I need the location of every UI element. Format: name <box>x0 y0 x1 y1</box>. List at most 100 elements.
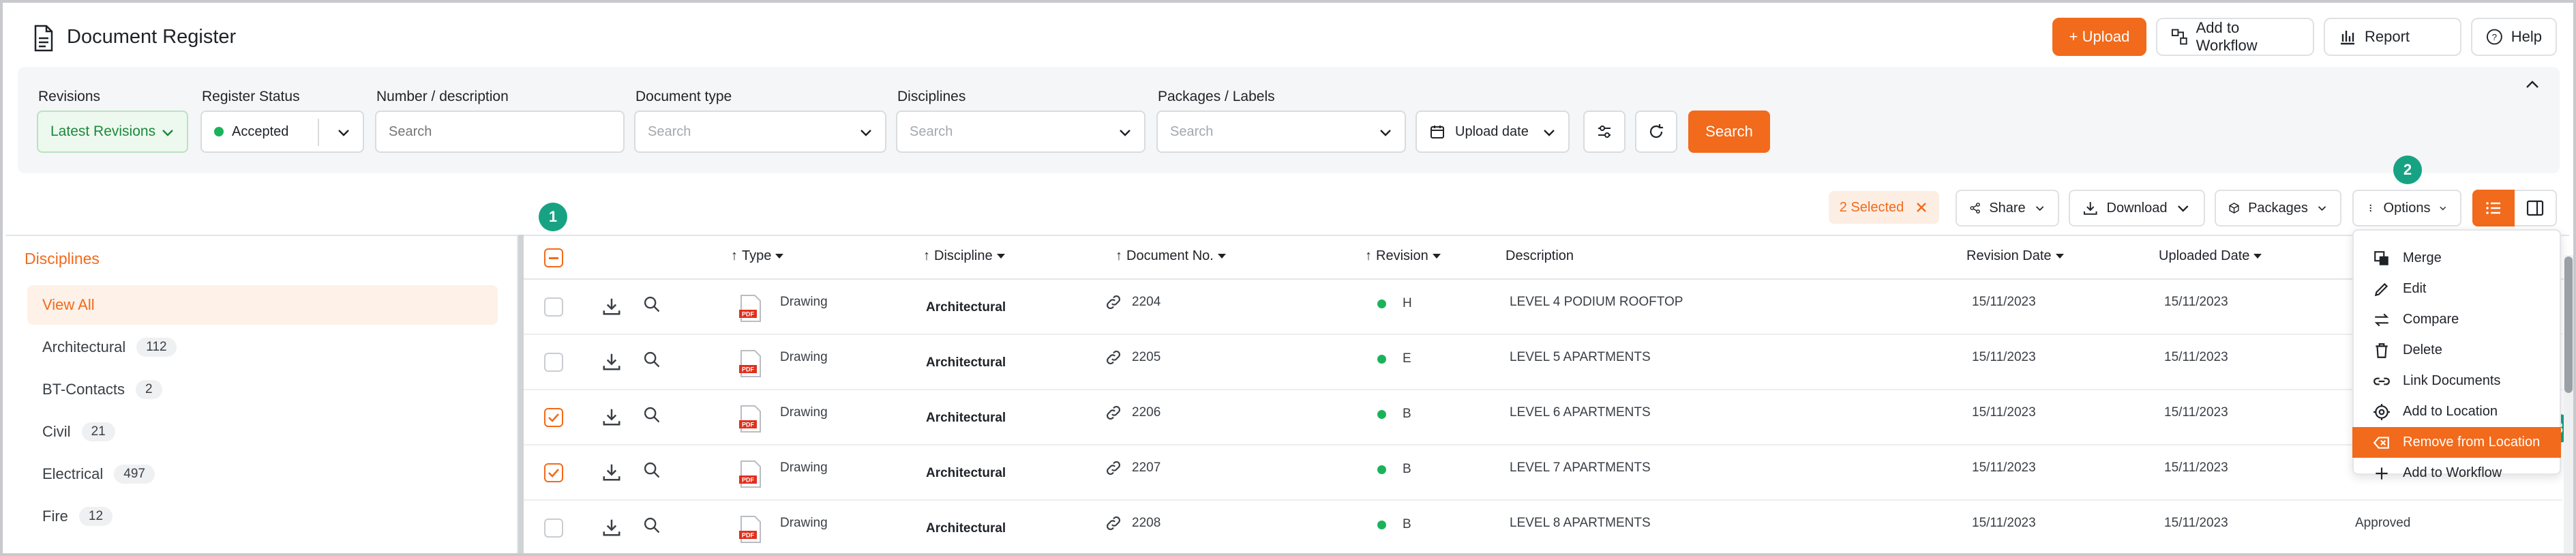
number-description-input[interactable] <box>375 111 625 153</box>
list-icon <box>2486 202 2500 214</box>
sidebar-item-fire[interactable]: Fire 12 <box>27 497 498 536</box>
document-type-select[interactable]: Search <box>634 111 886 153</box>
menu-item-add-to-location[interactable]: Add to Location <box>2352 396 2561 427</box>
sidebar-item-count: 21 <box>81 422 115 441</box>
row-document-no[interactable]: 2204 <box>1132 295 1160 310</box>
sidebar-resize-handle[interactable] <box>518 235 524 553</box>
menu-item-merge[interactable]: Merge <box>2352 243 2561 274</box>
search-icon[interactable] <box>642 405 661 424</box>
report-button[interactable]: Report <box>2324 18 2461 56</box>
split-view-button[interactable] <box>2515 190 2557 226</box>
status-dot <box>1377 520 1386 529</box>
col-revision[interactable]: ↑ Revision <box>1365 248 1441 264</box>
location-icon <box>2373 403 2390 420</box>
search-button[interactable]: Search <box>1688 111 1770 153</box>
sidebar-item-electrical[interactable]: Electrical 497 <box>27 454 498 494</box>
row-document-no[interactable]: 2206 <box>1132 405 1160 420</box>
row-document-no[interactable]: 2208 <box>1132 516 1160 531</box>
link-icon[interactable] <box>1105 349 1122 366</box>
caret-down-icon <box>1432 254 1441 259</box>
download-icon[interactable] <box>601 296 622 317</box>
col-discipline[interactable]: ↑ Discipline <box>923 248 1005 264</box>
menu-item-label: Remove from Location <box>2403 435 2541 450</box>
search-icon[interactable] <box>642 516 661 535</box>
step-badge-2: 2 <box>2393 156 2422 184</box>
col-uploaded-date[interactable]: Uploaded Date <box>2159 248 2262 264</box>
sidebar-item-civil[interactable]: Civil 21 <box>27 412 498 452</box>
menu-item-edit[interactable]: Edit <box>2352 274 2561 304</box>
app-window: Document Register + Upload Add to Workfl… <box>0 0 2576 556</box>
sidebar-item-architectural[interactable]: Architectural 112 <box>27 327 498 367</box>
pdf-file-icon: PDF <box>739 405 761 433</box>
search-icon[interactable] <box>642 350 661 369</box>
menu-item-link-documents[interactable]: Link Documents <box>2352 366 2561 396</box>
upload-date-label: Upload date <box>1455 123 1529 139</box>
share-button[interactable]: Share <box>1956 190 2059 226</box>
link-icon[interactable] <box>1105 514 1122 532</box>
close-icon[interactable] <box>1915 201 1928 214</box>
sort-up-icon: ↑ <box>731 248 738 263</box>
col-discipline-label: Discipline <box>934 248 993 263</box>
svg-text:PDF: PDF <box>742 366 755 373</box>
revisions-label: Revisions <box>38 89 101 104</box>
download-icon[interactable] <box>601 462 622 482</box>
row-checkbox[interactable] <box>544 353 563 372</box>
menu-item-compare[interactable]: Compare <box>2352 304 2561 335</box>
row-checkbox[interactable] <box>544 408 563 427</box>
menu-item-remove-from-location[interactable]: Remove from Location <box>2352 427 2561 458</box>
caret-down-icon <box>2055 254 2064 259</box>
row-document-no[interactable]: 2205 <box>1132 350 1160 365</box>
register-status-select[interactable]: Accepted <box>200 111 364 153</box>
packages-labels-label: Packages / Labels <box>1158 89 1275 104</box>
upload-button[interactable]: + Upload <box>2052 18 2146 56</box>
menu-item-add-to-workflow[interactable]: Add to Workflow <box>2352 458 2561 488</box>
row-checkbox[interactable] <box>544 463 563 482</box>
selected-count-chip[interactable]: 2 Selected <box>1829 191 1939 224</box>
col-description: Description <box>1506 248 1574 264</box>
sidebar-item-bt-contacts[interactable]: BT-Contacts 2 <box>27 370 498 409</box>
col-type[interactable]: ↑ Type <box>731 248 784 264</box>
select-all-checkbox[interactable] <box>544 248 563 267</box>
calendar-icon <box>1431 126 1444 138</box>
link-icon[interactable] <box>1105 459 1122 477</box>
row-discipline: Architectural <box>926 411 1006 425</box>
link-icon[interactable] <box>1105 293 1122 311</box>
chevron-up-icon[interactable] <box>2523 75 2542 94</box>
packages-labels-select[interactable]: Search <box>1156 111 1406 153</box>
download-icon[interactable] <box>601 517 622 538</box>
row-checkbox[interactable] <box>544 518 563 538</box>
menu-item-delete[interactable]: Delete <box>2352 335 2561 366</box>
help-button[interactable]: ? Help <box>2471 18 2557 56</box>
menu-item-label: Link Documents <box>2403 373 2501 388</box>
search-icon[interactable] <box>642 460 661 480</box>
caret-down-icon <box>2253 254 2262 259</box>
scrollbar-thumb[interactable] <box>2564 257 2573 393</box>
sidebar-item-view-all[interactable]: View All <box>27 285 498 325</box>
reset-filters-button[interactable] <box>1635 111 1677 153</box>
link-icon[interactable] <box>1105 404 1122 422</box>
download-button[interactable]: Download <box>2069 190 2205 226</box>
add-to-workflow-button[interactable]: Add to Workflow <box>2156 18 2314 56</box>
col-type-label: Type <box>742 248 772 263</box>
disciplines-select[interactable]: Search <box>896 111 1145 153</box>
svg-text:PDF: PDF <box>742 477 755 484</box>
col-revision-date[interactable]: Revision Date <box>1966 248 2064 264</box>
row-revision-value: B <box>1403 462 1411 476</box>
row-checkbox[interactable] <box>544 297 563 317</box>
check-icon <box>548 413 559 422</box>
list-view-button[interactable] <box>2472 190 2515 226</box>
disciplines-label: Disciplines <box>897 89 966 104</box>
col-document-no[interactable]: ↑ Document No. <box>1115 248 1226 264</box>
download-icon[interactable] <box>601 407 622 427</box>
revisions-select[interactable]: Latest Revisions <box>37 111 188 153</box>
packages-button[interactable]: Packages <box>2215 190 2341 226</box>
row-document-no[interactable]: 2207 <box>1132 460 1160 475</box>
row-discipline: Architectural <box>926 521 1006 536</box>
row-type: Drawing <box>780 460 828 475</box>
packages-label: Packages <box>2248 200 2308 216</box>
download-icon[interactable] <box>601 351 622 372</box>
options-button[interactable]: Options <box>2352 190 2461 226</box>
upload-date-select[interactable]: Upload date <box>1416 111 1570 153</box>
advanced-filters-button[interactable] <box>1583 111 1626 153</box>
search-icon[interactable] <box>642 295 661 314</box>
